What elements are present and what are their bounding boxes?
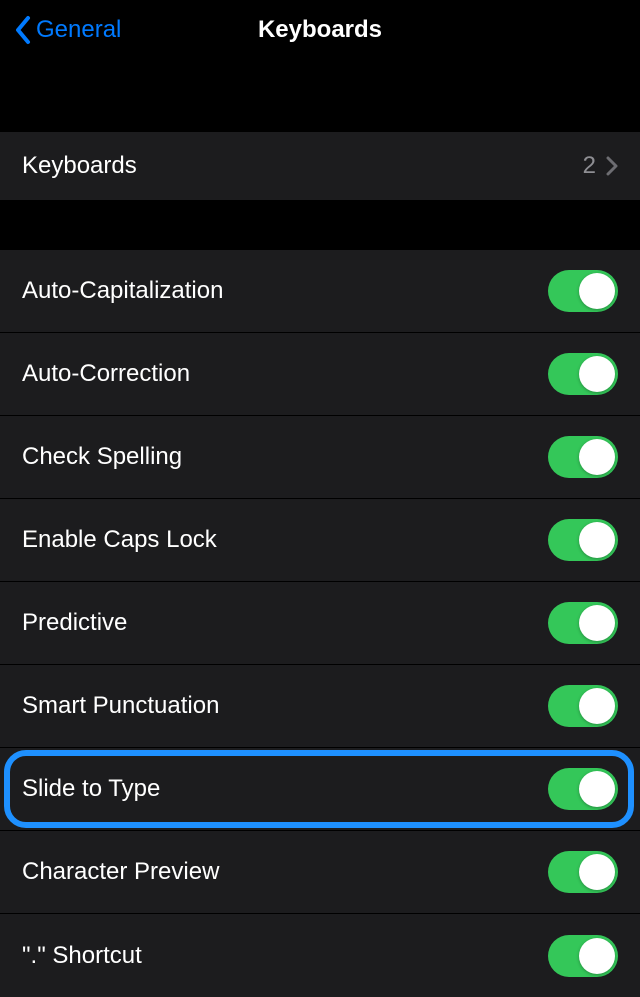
toggle-row: Enable Caps Lock xyxy=(0,499,640,582)
chevron-right-icon xyxy=(606,156,618,176)
toggle-row-label: Character Preview xyxy=(22,858,219,886)
toggle-row: Check Spelling xyxy=(0,416,640,499)
toggle-knob xyxy=(579,854,615,890)
toggle-switch[interactable] xyxy=(548,685,618,727)
toggle-row-label: Enable Caps Lock xyxy=(22,526,217,554)
toggle-knob xyxy=(579,938,615,974)
toggle-switch[interactable] xyxy=(548,353,618,395)
nav-bar: General Keyboards xyxy=(0,0,640,60)
toggle-switch[interactable] xyxy=(548,270,618,312)
toggle-row-label: Auto-Capitalization xyxy=(22,277,223,305)
chevron-left-icon xyxy=(14,15,32,45)
toggle-row-label: Slide to Type xyxy=(22,775,160,803)
toggle-switch[interactable] xyxy=(548,602,618,644)
toggle-row: Auto-Capitalization xyxy=(0,250,640,333)
toggle-knob xyxy=(579,439,615,475)
toggle-knob xyxy=(579,771,615,807)
toggle-knob xyxy=(579,273,615,309)
toggle-knob xyxy=(579,688,615,724)
back-button[interactable]: General xyxy=(0,15,121,45)
toggle-switch[interactable] xyxy=(548,519,618,561)
toggle-row: Character Preview xyxy=(0,831,640,914)
toggle-switch[interactable] xyxy=(548,436,618,478)
toggle-row: Slide to Type xyxy=(0,748,640,831)
toggle-switch[interactable] xyxy=(548,851,618,893)
toggle-switch[interactable] xyxy=(548,935,618,977)
back-button-label: General xyxy=(36,16,121,44)
keyboards-count: 2 xyxy=(583,152,596,180)
keyboards-link-label: Keyboards xyxy=(22,152,137,180)
toggle-knob xyxy=(579,522,615,558)
toggles-section: Auto-Capitalization Auto-Correction Check … xyxy=(0,250,640,997)
toggle-row: Predictive xyxy=(0,582,640,665)
keyboards-section: Keyboards 2 xyxy=(0,132,640,200)
toggle-row-label: Smart Punctuation xyxy=(22,692,219,720)
toggle-row-label: Predictive xyxy=(22,609,127,637)
keyboards-link-row[interactable]: Keyboards 2 xyxy=(0,132,640,200)
toggle-row: "." Shortcut xyxy=(0,914,640,997)
toggle-knob xyxy=(579,356,615,392)
section-spacer xyxy=(0,200,640,250)
toggle-row: Auto-Correction xyxy=(0,333,640,416)
toggle-row-label: Auto-Correction xyxy=(22,360,190,388)
toggle-row-label: "." Shortcut xyxy=(22,942,142,970)
toggle-switch[interactable] xyxy=(548,768,618,810)
toggle-row-label: Check Spelling xyxy=(22,443,182,471)
toggle-knob xyxy=(579,605,615,641)
section-spacer xyxy=(0,60,640,132)
toggle-row: Smart Punctuation xyxy=(0,665,640,748)
